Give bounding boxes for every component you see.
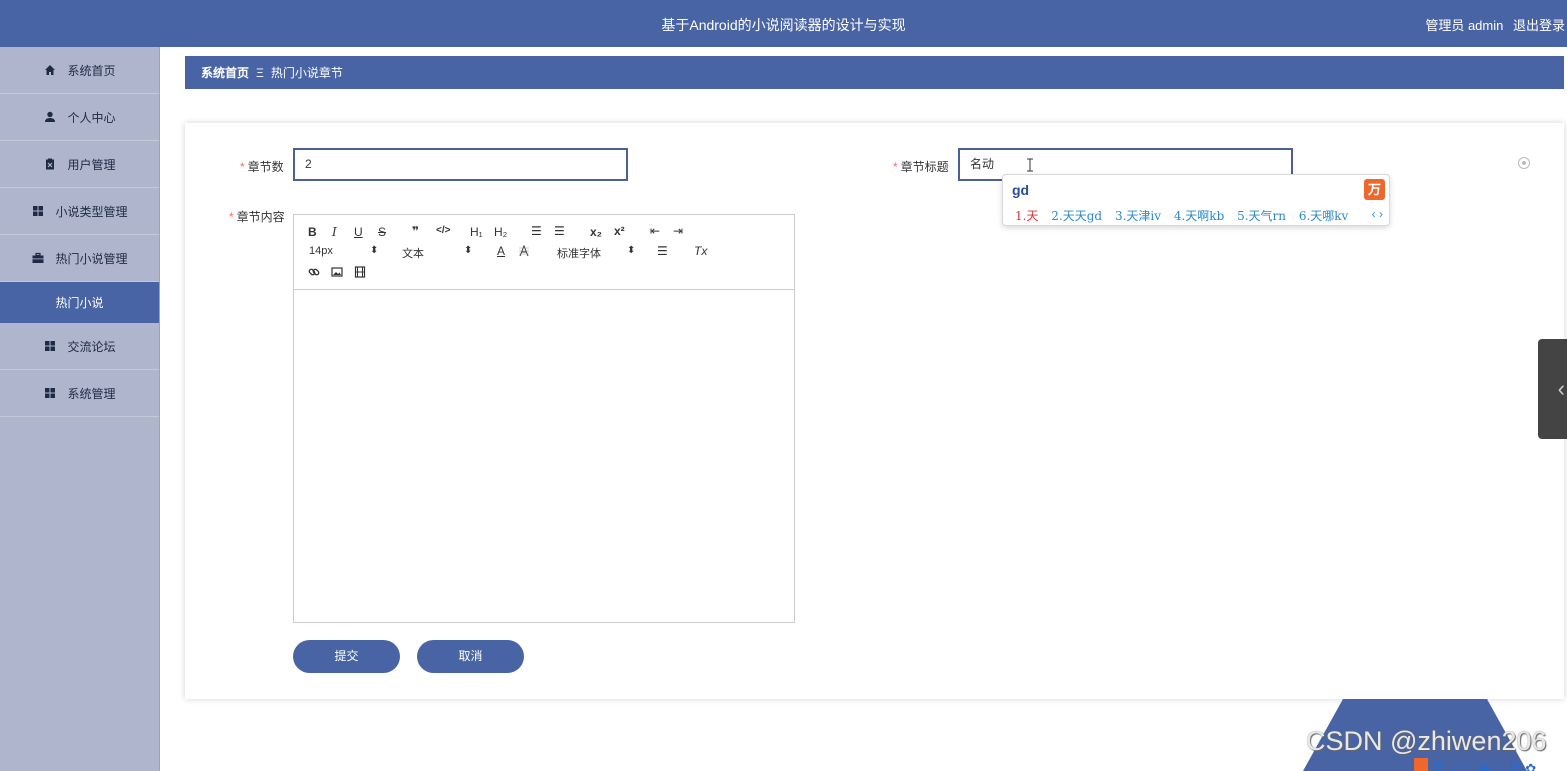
ime-candidate[interactable]: 5.天气rn [1237, 209, 1286, 223]
sidebar-subitem-hot-novels[interactable]: 热门小说 [0, 282, 159, 323]
ime-status-bar: 中 ノ °, ▦ ⚇ 简 ✿ [1414, 758, 1536, 771]
sidebar-item-label: 热门小说 [55, 296, 104, 310]
italic-button[interactable]: I [332, 225, 337, 239]
sidebar-item-users[interactable]: 用户管理 [0, 141, 159, 188]
side-panel-toggle[interactable]: ‹ [1538, 339, 1567, 439]
person-icon [43, 110, 57, 124]
ordered-list-button[interactable]: ☰ [531, 224, 542, 238]
ime-candidate[interactable]: 2.天天gd [1051, 209, 1102, 223]
text-type-select[interactable]: 文本 [402, 245, 424, 261]
ime-candidate-popup: gd 万 1.天 2.天天gd 3.天津iv 4.天啊kb 5.天气rn 6.天… [1002, 174, 1390, 226]
home-icon [43, 63, 57, 77]
breadcrumb-current: 热门小说章节 [270, 66, 343, 80]
image-icon[interactable] [331, 266, 343, 278]
breadcrumb-home[interactable]: 系统首页 [201, 64, 249, 81]
font-size-select[interactable]: 14px [309, 245, 333, 257]
submit-button[interactable]: 提交 [293, 640, 400, 673]
editor-content-area[interactable] [294, 290, 794, 622]
sidebar-item-home[interactable]: 系统首页 [0, 47, 159, 94]
ime-candidate[interactable]: 1.天 [1015, 209, 1038, 223]
bold-button[interactable]: B [308, 225, 317, 239]
sidebar-item-label: 热门小说管理 [55, 251, 128, 266]
sidebar-item-system[interactable]: 系统管理 [0, 370, 159, 417]
ime-composition: gd [1012, 182, 1030, 198]
sogou-logo-icon: 万 [1364, 179, 1385, 200]
sidebar-item-label: 用户管理 [67, 157, 116, 172]
h2-button[interactable]: H₂ [494, 225, 507, 239]
superscript-button[interactable]: x² [614, 224, 625, 238]
ime-candidates: 1.天 2.天天gd 3.天津iv 4.天啊kb 5.天气rn 6.天哪kv [1015, 207, 1357, 224]
sogou-small-logo-icon [1414, 758, 1428, 771]
chapter-content-label: * 章节内容 [229, 210, 285, 224]
app-title: 基于Android的小说阅读器的设计与实现 [661, 17, 906, 33]
sidebar: 系统首页 个人中心 用户管理 小说类型管理 热门小说管理 热门小说 交流论坛 系… [0, 47, 160, 771]
select-arrow-icon: ⬍ [627, 245, 636, 256]
briefcase-icon [31, 251, 45, 265]
ime-candidate[interactable]: 3.天津iv [1115, 209, 1161, 223]
font-family-select[interactable]: 标准字体 [557, 245, 601, 261]
sidebar-item-label: 小说类型管理 [55, 204, 128, 219]
sidebar-item-label: 系统管理 [67, 386, 116, 401]
ime-page-arrows-icon[interactable]: ‹ › [1372, 207, 1383, 221]
video-icon[interactable] [354, 266, 366, 278]
top-header: 基于Android的小说阅读器的设计与实现 管理员 admin 退出登录 [0, 0, 1567, 47]
sidebar-item-profile[interactable]: 个人中心 [0, 94, 159, 141]
select-arrow-icon: ⬍ [370, 245, 379, 256]
clear-format-button[interactable]: Tx [694, 244, 707, 258]
rich-text-editor: B I U S ❞ </> H₁ H₂ ☰ ☰ x₂ x² ⇤ ⇥ 14px ⬍… [293, 214, 795, 623]
font-color-button[interactable]: A [497, 244, 505, 258]
user-area: 管理员 admin 退出登录 [1419, 15, 1565, 34]
sidebar-item-label: 系统首页 [67, 63, 116, 78]
csdn-watermark: CSDN @zhiwen206 [1306, 726, 1547, 756]
grid-icon [43, 386, 57, 400]
grid-icon [43, 339, 57, 353]
chapter-num-label: * 章节数 [240, 160, 284, 174]
sidebar-item-label: 个人中心 [67, 110, 116, 125]
select-arrow-icon: ⬍ [464, 245, 473, 256]
background-color-icon[interactable] [518, 245, 530, 257]
clear-icon[interactable] [1518, 157, 1530, 169]
ime-candidate[interactable]: 6.天哪kv [1299, 209, 1349, 223]
underline-button[interactable]: U [354, 225, 363, 239]
breadcrumb: 系统首页 Ξ 热门小说章节 [185, 56, 1564, 89]
admin-label: 管理员 admin [1425, 18, 1504, 33]
align-button[interactable]: ☰ [657, 244, 668, 258]
clipboard-icon [43, 157, 57, 171]
sidebar-item-forum[interactable]: 交流论坛 [0, 323, 159, 370]
sidebar-item-label: 交流论坛 [67, 339, 116, 354]
breadcrumb-separator: Ξ [256, 65, 264, 80]
chevron-left-icon: ‹ [1557, 376, 1565, 401]
indent-button[interactable]: ⇥ [673, 224, 683, 238]
logout-link[interactable]: 退出登录 [1513, 18, 1565, 33]
strike-button[interactable]: S [378, 225, 386, 239]
blockquote-button[interactable]: ❞ [412, 224, 419, 238]
editor-toolbar: B I U S ❞ </> H₁ H₂ ☰ ☰ x₂ x² ⇤ ⇥ 14px ⬍… [294, 215, 794, 290]
code-block-button[interactable]: </> [436, 225, 450, 236]
chapter-num-input[interactable]: 2 [293, 148, 628, 181]
text-cursor-icon [1027, 158, 1033, 172]
subscript-button[interactable]: x₂ [590, 225, 602, 239]
ime-candidate[interactable]: 4.天啊kb [1174, 209, 1224, 223]
outdent-button[interactable]: ⇤ [650, 224, 660, 238]
link-icon[interactable] [308, 266, 320, 278]
bullet-list-button[interactable]: ☰ [554, 224, 565, 238]
chapter-title-label: * 章节标题 [893, 160, 949, 174]
cancel-button[interactable]: 取消 [417, 640, 524, 673]
sidebar-item-hot-novels-mgmt[interactable]: 热门小说管理 [0, 235, 159, 282]
grid-icon [31, 204, 45, 218]
sidebar-item-novel-types[interactable]: 小说类型管理 [0, 188, 159, 235]
h1-button[interactable]: H₁ [470, 225, 483, 239]
